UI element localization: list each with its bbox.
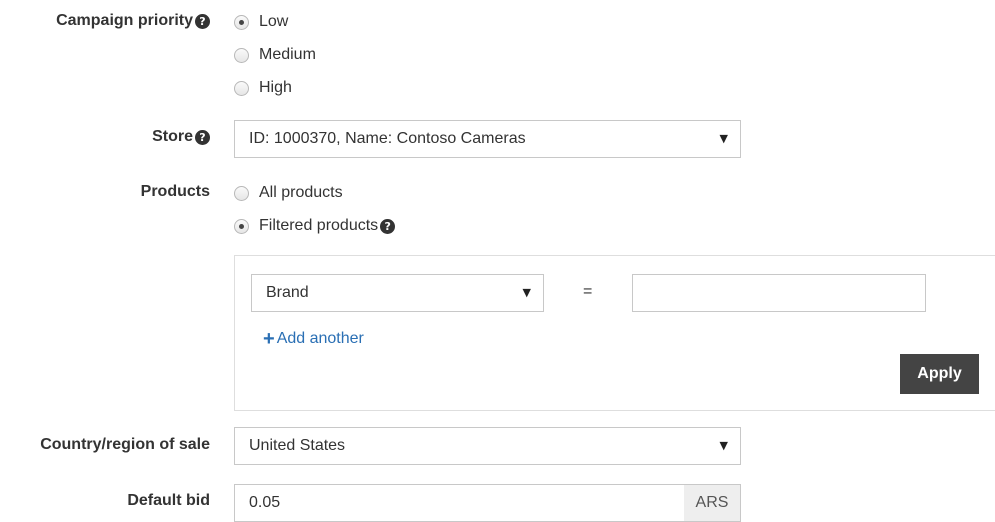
default-bid-label: Default bid <box>127 492 210 510</box>
store-label-text: Store <box>152 128 193 145</box>
question-circle-icon[interactable]: ? <box>195 13 210 29</box>
country-label: Country/region of sale <box>40 436 210 454</box>
priority-option-high-label: High <box>259 79 292 96</box>
chevron-down-icon: ▼ <box>719 132 728 145</box>
question-circle-icon[interactable]: ? <box>195 129 210 145</box>
default-bid-input[interactable]: 0.05 <box>234 484 685 522</box>
campaign-priority-label: Campaign priority ? <box>56 12 210 30</box>
store-dropdown[interactable]: ID: 1000370, Name: Contoso Cameras ▼ <box>234 120 741 158</box>
country-label-text: Country/region of sale <box>40 436 210 453</box>
products-option-filtered-label: Filtered products <box>259 217 379 234</box>
products-label: Products <box>141 183 210 201</box>
add-another-label: Add another <box>276 330 364 347</box>
campaign-priority-label-text: Campaign priority <box>56 12 193 29</box>
products-label-text: Products <box>140 183 210 200</box>
plus-icon: + <box>263 328 275 350</box>
radio-unchecked-icon[interactable] <box>234 47 249 63</box>
chevron-down-icon: ▼ <box>719 439 728 452</box>
currency-addon: ARS <box>684 484 741 522</box>
priority-option-medium[interactable]: Medium <box>234 44 316 66</box>
radio-unchecked-icon[interactable] <box>234 80 249 96</box>
country-dropdown[interactable]: United States ▼ <box>234 427 741 465</box>
country-dropdown-value: United States <box>249 437 346 454</box>
store-label: Store ? <box>152 128 210 146</box>
filter-attribute-value: Brand <box>266 284 309 301</box>
apply-button[interactable]: Apply <box>900 354 979 394</box>
filter-attribute-dropdown[interactable]: Brand ▼ <box>251 274 544 312</box>
products-option-all-label: All products <box>259 184 343 201</box>
question-circle-icon[interactable]: ? <box>380 218 396 234</box>
filter-operator: = <box>583 283 593 300</box>
priority-option-high[interactable]: High <box>234 77 292 99</box>
products-option-all[interactable]: All products <box>234 182 343 204</box>
default-bid-label-text: Default bid <box>127 492 210 509</box>
radio-checked-icon[interactable] <box>234 14 249 30</box>
priority-option-low[interactable]: Low <box>234 11 288 33</box>
products-option-filtered[interactable]: Filtered products ? <box>234 215 396 237</box>
priority-option-low-label: Low <box>259 13 289 30</box>
priority-option-medium-label: Medium <box>259 46 316 63</box>
store-dropdown-value: ID: 1000370, Name: Contoso Cameras <box>249 130 526 147</box>
chevron-down-icon: ▼ <box>522 286 531 299</box>
radio-unchecked-icon[interactable] <box>234 185 249 201</box>
filter-value-input[interactable] <box>632 274 926 312</box>
add-another-link[interactable]: + Add another <box>263 328 364 350</box>
radio-checked-icon[interactable] <box>234 218 249 234</box>
